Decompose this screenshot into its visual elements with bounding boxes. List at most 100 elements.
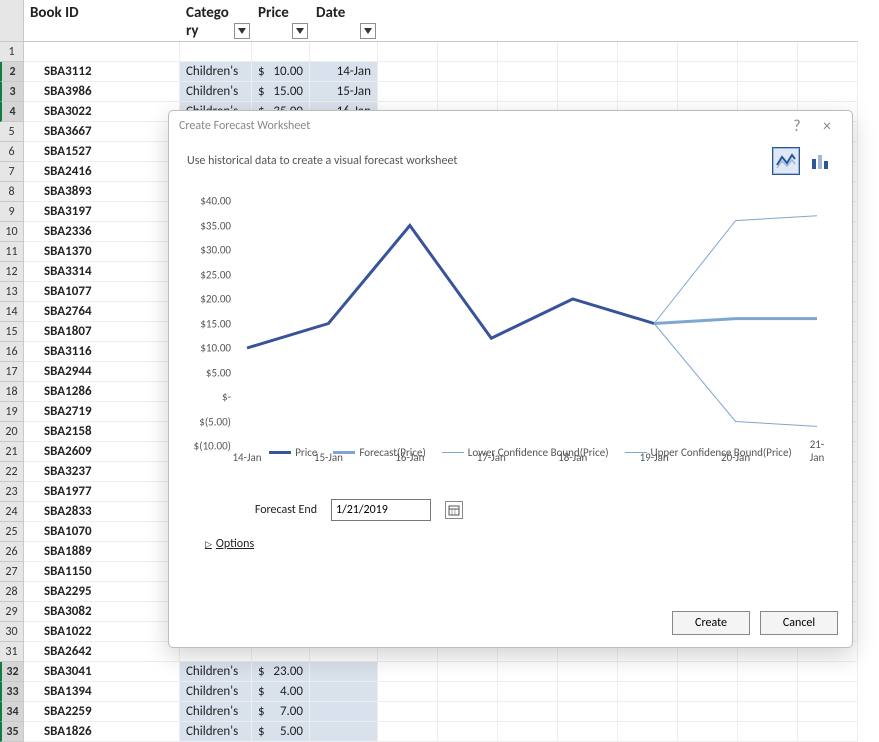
cell-price[interactable]: $15.00	[252, 82, 310, 102]
row-header[interactable]: 14	[0, 302, 24, 322]
cell-bookid[interactable]: SBA3314	[24, 262, 180, 282]
cell-bookid[interactable]	[24, 42, 180, 62]
cell-bookid[interactable]: SBA1826	[24, 722, 180, 742]
row-header[interactable]: 11	[0, 242, 24, 262]
row-header[interactable]: 9	[0, 202, 24, 222]
row-header[interactable]: 34	[0, 702, 24, 722]
row-header[interactable]: 33	[0, 682, 24, 702]
cell-bookid[interactable]: SBA1286	[24, 382, 180, 402]
cell-date[interactable]	[310, 682, 378, 702]
row-header[interactable]: 20	[0, 422, 24, 442]
cell-bookid[interactable]: SBA2944	[24, 362, 180, 382]
col-header-price[interactable]: Price	[252, 0, 310, 42]
cell-date[interactable]: 15-Jan	[310, 82, 378, 102]
row-header[interactable]: 10	[0, 222, 24, 242]
cell-date[interactable]	[310, 662, 378, 682]
create-button[interactable]: Create	[672, 611, 750, 635]
cell-price[interactable]: $4.00	[252, 682, 310, 702]
row-header[interactable]: 16	[0, 342, 24, 362]
col-header-bookid[interactable]: Book ID	[24, 0, 180, 42]
cell-bookid[interactable]: SBA1370	[24, 242, 180, 262]
cell-category[interactable]: Children's	[180, 702, 252, 722]
cell-bookid[interactable]: SBA3237	[24, 462, 180, 482]
cancel-button[interactable]: Cancel	[760, 611, 838, 635]
cell-bookid[interactable]: SBA2764	[24, 302, 180, 322]
cell-bookid[interactable]: SBA2719	[24, 402, 180, 422]
row-header[interactable]: 8	[0, 182, 24, 202]
row-header[interactable]: 13	[0, 282, 24, 302]
cell-price[interactable]	[252, 42, 310, 62]
cell-category[interactable]: Children's	[180, 722, 252, 742]
help-button[interactable]: ?	[782, 117, 812, 136]
col-header-category[interactable]: Category	[180, 0, 252, 42]
cell-bookid[interactable]: SBA1022	[24, 622, 180, 642]
cell-bookid[interactable]: SBA3893	[24, 182, 180, 202]
row-header[interactable]: 28	[0, 582, 24, 602]
cell-bookid[interactable]: SBA1889	[24, 542, 180, 562]
row-header[interactable]: 29	[0, 602, 24, 622]
row-header[interactable]: 17	[0, 362, 24, 382]
row-header[interactable]: 22	[0, 462, 24, 482]
row-header[interactable]: 26	[0, 542, 24, 562]
cell-bookid[interactable]: SBA1527	[24, 142, 180, 162]
cell-category[interactable]: Children's	[180, 682, 252, 702]
filter-icon[interactable]	[234, 23, 250, 39]
cell-category[interactable]: Children's	[180, 662, 252, 682]
row-header[interactable]: 35	[0, 722, 24, 742]
row-header[interactable]: 23	[0, 482, 24, 502]
close-icon[interactable]: ×	[812, 117, 842, 136]
row-header[interactable]: 7	[0, 162, 24, 182]
cell-price[interactable]: $10.00	[252, 62, 310, 82]
cell-date[interactable]	[310, 722, 378, 742]
cell-bookid[interactable]: SBA3197	[24, 202, 180, 222]
cell-bookid[interactable]: SBA2416	[24, 162, 180, 182]
col-header-date[interactable]: Date	[310, 0, 378, 42]
row-header[interactable]: 21	[0, 442, 24, 462]
cell-bookid[interactable]: SBA1070	[24, 522, 180, 542]
cell-bookid[interactable]: SBA1394	[24, 682, 180, 702]
row-header[interactable]: 5	[0, 122, 24, 142]
cell-category[interactable]	[180, 42, 252, 62]
row-header[interactable]: 25	[0, 522, 24, 542]
row-header[interactable]: 15	[0, 322, 24, 342]
cell-bookid[interactable]: SBA3082	[24, 602, 180, 622]
date-picker-icon[interactable]	[445, 501, 463, 519]
cell-date[interactable]	[310, 42, 378, 62]
row-header[interactable]: 18	[0, 382, 24, 402]
chart-type-line[interactable]	[772, 147, 800, 175]
row-header[interactable]: 30	[0, 622, 24, 642]
chart-type-column[interactable]	[806, 147, 834, 175]
row-header[interactable]: 12	[0, 262, 24, 282]
options-expander[interactable]: ▷ Options	[205, 537, 834, 551]
cell-price[interactable]: $23.00	[252, 662, 310, 682]
cell-date[interactable]	[310, 702, 378, 722]
filter-icon[interactable]	[292, 23, 308, 39]
row-header[interactable]: 2	[0, 62, 24, 82]
cell-date[interactable]: 14-Jan	[310, 62, 378, 82]
row-header[interactable]: 6	[0, 142, 24, 162]
forecast-end-input[interactable]	[331, 499, 431, 521]
cell-price[interactable]: $5.00	[252, 722, 310, 742]
cell-bookid[interactable]: SBA2642	[24, 642, 180, 662]
row-header[interactable]: 4	[0, 102, 24, 122]
cell-bookid[interactable]: SBA2259	[24, 702, 180, 722]
cell-bookid[interactable]: SBA3112	[24, 62, 180, 82]
cell-bookid[interactable]: SBA2609	[24, 442, 180, 462]
row-header[interactable]: 1	[0, 42, 24, 62]
cell-price[interactable]: $7.00	[252, 702, 310, 722]
cell-bookid[interactable]: SBA1150	[24, 562, 180, 582]
cell-bookid[interactable]: SBA1077	[24, 282, 180, 302]
row-header[interactable]: 31	[0, 642, 24, 662]
row-header[interactable]: 3	[0, 82, 24, 102]
cell-bookid[interactable]: SBA3986	[24, 82, 180, 102]
cell-bookid[interactable]: SBA2295	[24, 582, 180, 602]
cell-bookid[interactable]: SBA2336	[24, 222, 180, 242]
cell-bookid[interactable]: SBA2833	[24, 502, 180, 522]
cell-category[interactable]: Children's	[180, 82, 252, 102]
filter-icon[interactable]	[360, 23, 376, 39]
row-header[interactable]: 24	[0, 502, 24, 522]
row-header[interactable]: 27	[0, 562, 24, 582]
row-header[interactable]: 19	[0, 402, 24, 422]
cell-bookid[interactable]: SBA3116	[24, 342, 180, 362]
cell-bookid[interactable]: SBA3041	[24, 662, 180, 682]
